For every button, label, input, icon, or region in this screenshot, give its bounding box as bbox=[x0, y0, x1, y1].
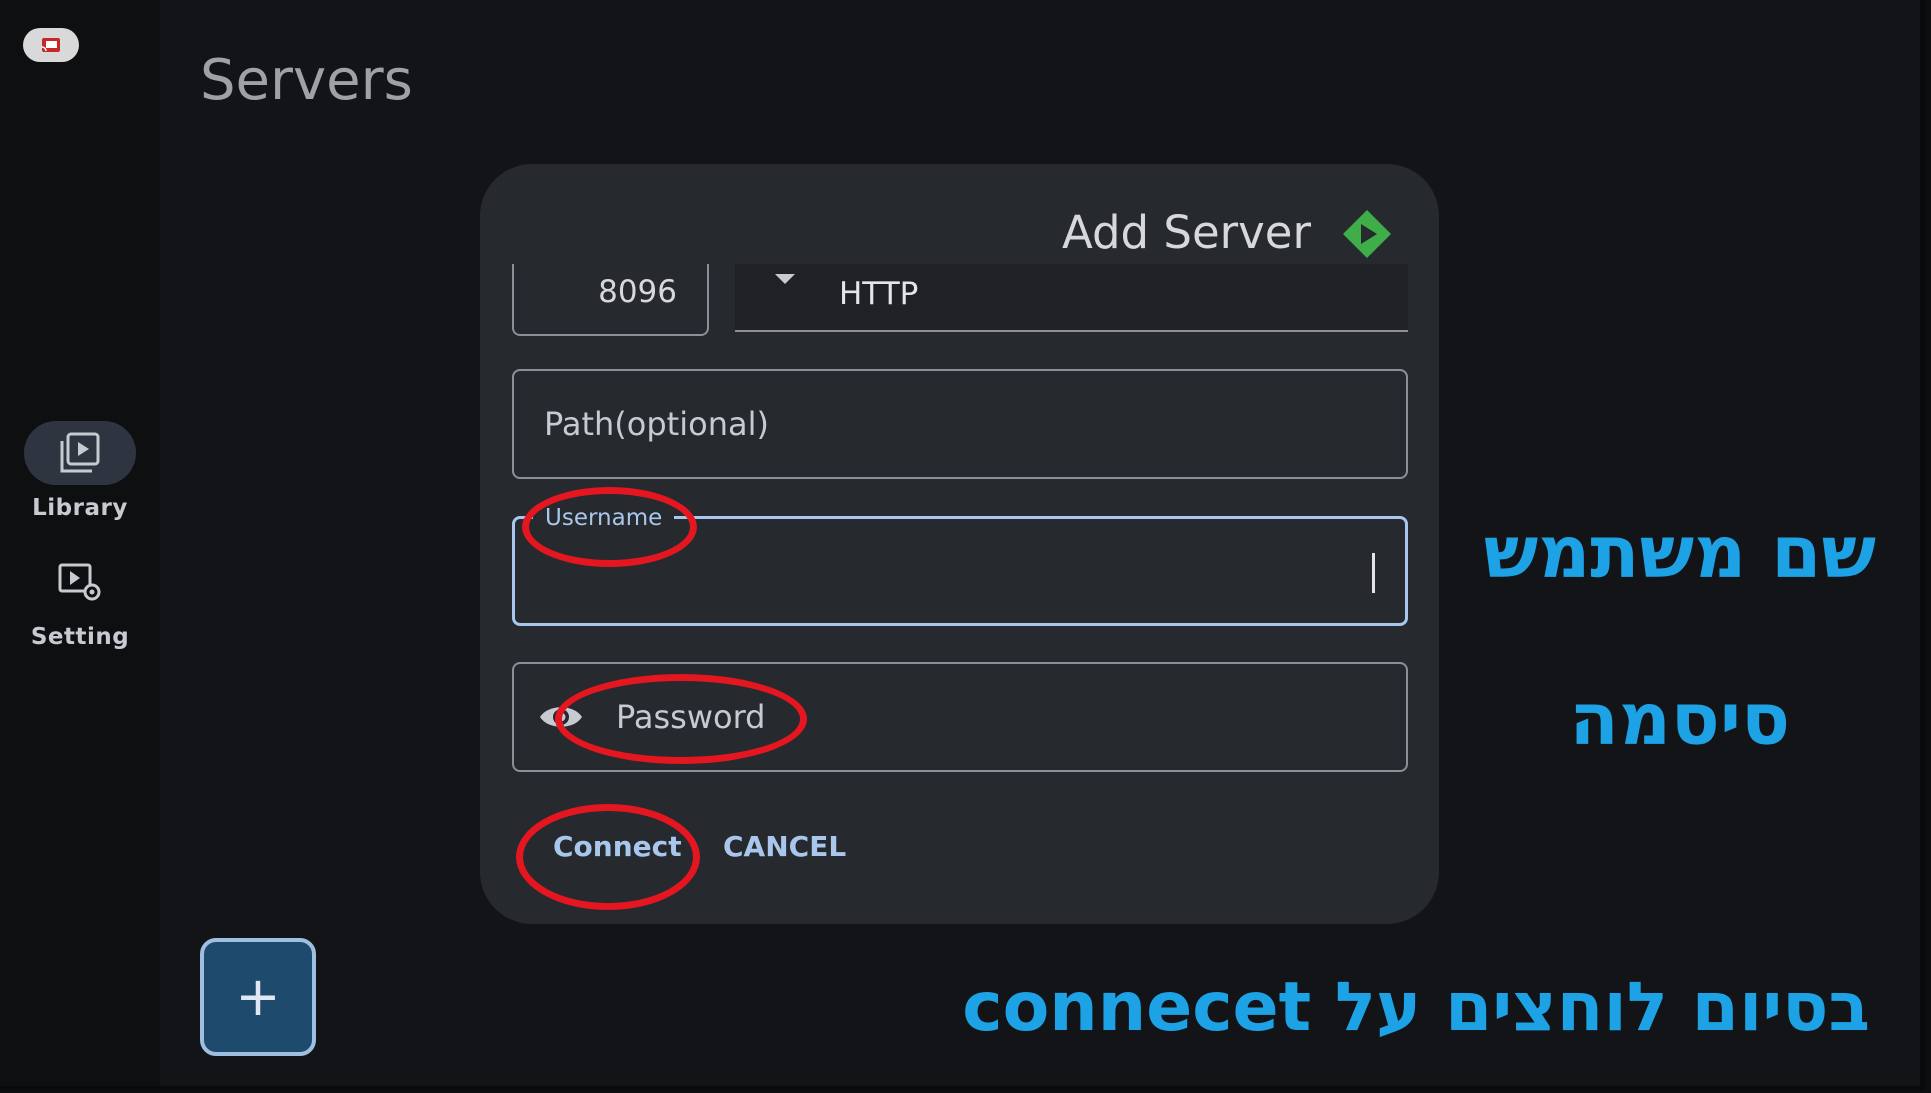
app-logo-icon bbox=[1343, 210, 1391, 258]
port-input[interactable]: 8096 bbox=[512, 264, 709, 336]
sidebar: Library Setting bbox=[0, 0, 160, 1086]
port-value: 8096 bbox=[598, 274, 677, 310]
text-caret bbox=[1372, 553, 1375, 593]
video-settings-icon bbox=[58, 563, 101, 601]
scheme-select[interactable]: HTTP bbox=[735, 264, 1408, 332]
password-input[interactable]: Password bbox=[512, 662, 1408, 772]
library-pill bbox=[24, 421, 136, 485]
sidebar-item-label: Library bbox=[32, 495, 128, 521]
dropdown-arrow-icon bbox=[775, 274, 795, 284]
annotation-username-hint: שם משתמש bbox=[1483, 510, 1876, 594]
cast-icon bbox=[41, 38, 60, 52]
add-server-fab[interactable]: + bbox=[200, 938, 316, 1056]
path-input[interactable]: Path(optional) bbox=[512, 369, 1408, 479]
annotation-finish-hint: בסיום לוחצים על connecet bbox=[962, 968, 1870, 1047]
scheme-value: HTTP bbox=[839, 276, 919, 312]
username-input[interactable]: Username bbox=[512, 505, 1408, 626]
app-frame: Library Setting Servers Add Server 8096 bbox=[0, 0, 1925, 1090]
video-library-icon bbox=[60, 432, 100, 473]
connect-button[interactable]: Connect bbox=[553, 830, 682, 863]
setting-pill bbox=[24, 550, 136, 614]
page-title: Servers bbox=[200, 48, 413, 113]
sidebar-item-label: Setting bbox=[30, 624, 130, 650]
sidebar-item-library[interactable]: Library bbox=[0, 421, 160, 521]
dialog-title: Add Server bbox=[1062, 206, 1311, 259]
cast-button[interactable] bbox=[23, 28, 79, 62]
sidebar-item-setting[interactable]: Setting bbox=[0, 550, 160, 650]
password-placeholder: Password bbox=[616, 698, 766, 736]
path-placeholder: Path(optional) bbox=[544, 405, 769, 443]
plus-icon: + bbox=[235, 965, 281, 1028]
add-server-dialog: Add Server 8096 HTTP Path(optional) User… bbox=[480, 164, 1439, 924]
cancel-button[interactable]: CANCEL bbox=[723, 830, 846, 863]
eye-icon[interactable] bbox=[538, 698, 584, 736]
annotation-password-hint: סיסמה bbox=[1569, 677, 1790, 761]
username-label: Username bbox=[533, 505, 675, 531]
